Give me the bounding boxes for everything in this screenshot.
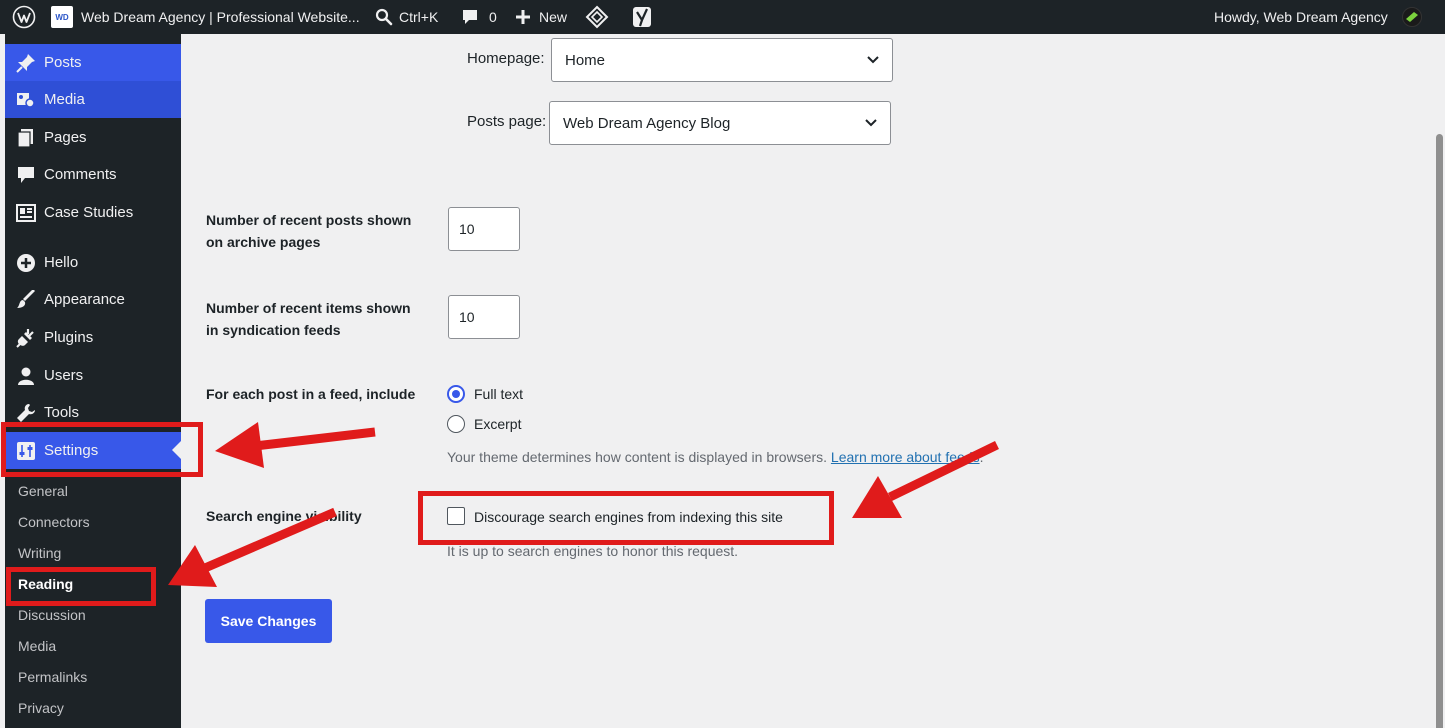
sidebar-item-label: Plugins <box>44 329 94 346</box>
sidebar-item-hello[interactable]: Hello <box>5 244 181 281</box>
save-changes-button[interactable]: Save Changes <box>205 599 332 643</box>
submenu-connectors[interactable]: Connectors <box>18 511 90 533</box>
site-name: Web Dream Agency | Professional Website.… <box>81 9 360 25</box>
scrollbar-thumb[interactable] <box>1436 134 1443 728</box>
excerpt-label[interactable]: Excerpt <box>474 413 521 435</box>
submenu-media[interactable]: Media <box>18 635 56 657</box>
new-label: New <box>539 9 568 25</box>
pushpin-icon <box>14 51 38 75</box>
wrench-icon <box>14 401 38 425</box>
yoast-icon[interactable] <box>632 0 652 34</box>
search-shortcut-label: Ctrl+K <box>399 9 439 25</box>
homepage-select-value: Home <box>565 51 606 69</box>
admin-sidebar: Posts Media Pages Comments Case Studies … <box>5 34 181 728</box>
submenu-privacy[interactable]: Privacy <box>18 697 64 719</box>
archive-posts-label-line1: Number of recent posts shown <box>206 212 412 228</box>
sidebar-item-media[interactable]: Media <box>5 81 181 118</box>
submenu-discussion[interactable]: Discussion <box>18 604 86 626</box>
submenu-permalinks[interactable]: Permalinks <box>18 666 87 688</box>
submenu-general[interactable]: General <box>18 480 68 502</box>
homepage-label: Homepage: <box>467 50 545 67</box>
annotation-box-checkbox <box>418 491 834 545</box>
plus-icon <box>516 10 530 24</box>
site-logo: WD <box>51 6 73 28</box>
learn-more-feeds-link[interactable]: Learn more about feeds <box>831 449 980 465</box>
search-shortcut[interactable]: Ctrl+K <box>375 0 438 34</box>
feed-description-period: . <box>979 449 984 465</box>
full-text-label[interactable]: Full text <box>474 383 523 405</box>
sidebar-item-label: Pages <box>44 129 87 146</box>
archive-posts-value: 10 <box>459 221 475 237</box>
sidebar-item-label: Users <box>44 367 84 384</box>
annotation-box-settings <box>1 422 203 477</box>
feed-items-label-line2: in syndication feeds <box>206 322 341 338</box>
comment-icon <box>463 10 477 24</box>
posts-page-select[interactable]: Web Dream Agency Blog <box>549 101 891 145</box>
feed-items-label-line1: Number of recent items shown <box>206 300 411 316</box>
feed-description: Your theme determines how content is dis… <box>447 447 983 467</box>
page-scrollbar[interactable] <box>1435 34 1445 728</box>
sidebar-item-label: Hello <box>44 254 79 271</box>
plus-circle-icon <box>14 251 38 275</box>
search-visibility-label: Search engine visibility <box>206 508 362 524</box>
feed-include-label: For each post in a feed, include <box>206 386 416 402</box>
media-icon <box>14 88 38 112</box>
sidebar-item-comments[interactable]: Comments <box>5 156 181 193</box>
posts-page-label: Posts page: <box>467 113 547 130</box>
plug-icon <box>14 326 38 350</box>
site-name-link[interactable]: WD Web Dream Agency | Professional Websi… <box>51 0 360 34</box>
pages-icon <box>14 126 38 150</box>
comments-count: 0 <box>489 9 497 25</box>
annotation-box-reading <box>6 567 156 606</box>
account-menu[interactable]: Howdy, Web Dream Agency <box>1214 0 1422 34</box>
sidebar-item-posts[interactable]: Posts <box>5 44 181 81</box>
comment-icon <box>14 163 38 187</box>
arrow-to-settings <box>215 422 376 468</box>
sidebar-item-users[interactable]: Users <box>5 357 181 394</box>
chevron-down-icon <box>867 56 879 64</box>
chevron-down-icon <box>865 119 877 127</box>
comments-link[interactable]: 0 <box>461 0 497 34</box>
case-studies-icon <box>14 201 38 225</box>
posts-page-select-value: Web Dream Agency Blog <box>563 114 731 132</box>
sidebar-item-pages[interactable]: Pages <box>5 119 181 156</box>
brush-icon <box>14 288 38 312</box>
diamond-plugin-icon[interactable] <box>585 0 609 34</box>
greeting: Howdy, Web Dream Agency <box>1214 9 1388 25</box>
homepage-select[interactable]: Home <box>551 38 893 82</box>
sidebar-item-label: Media <box>44 91 85 108</box>
feed-items-input[interactable]: 10 <box>448 295 520 339</box>
wordpress-logo-icon[interactable] <box>12 0 36 34</box>
feed-items-value: 10 <box>459 309 475 325</box>
sidebar-item-plugins[interactable]: Plugins <box>5 319 181 356</box>
full-text-radio[interactable] <box>447 385 465 403</box>
sidebar-item-label: Case Studies <box>44 204 134 221</box>
admin-bar: WD Web Dream Agency | Professional Websi… <box>0 0 1445 34</box>
sidebar-item-label: Comments <box>44 166 117 183</box>
new-content-link[interactable]: New <box>515 0 567 34</box>
sidebar-item-label: Posts <box>44 54 82 71</box>
excerpt-radio[interactable] <box>447 415 465 433</box>
archive-posts-label-line2: on archive pages <box>206 234 321 250</box>
submenu-writing[interactable]: Writing <box>18 542 61 564</box>
sidebar-item-appearance[interactable]: Appearance <box>5 281 181 318</box>
search-icon <box>375 8 393 26</box>
sidebar-item-label: Tools <box>44 404 80 421</box>
feed-description-text: Your theme determines how content is dis… <box>447 449 828 465</box>
sidebar-item-label: Appearance <box>44 291 125 308</box>
sidebar-item-case-studies[interactable]: Case Studies <box>5 194 181 231</box>
avatar <box>1401 7 1422 27</box>
archive-posts-input[interactable]: 10 <box>448 207 520 251</box>
user-icon <box>14 364 38 388</box>
